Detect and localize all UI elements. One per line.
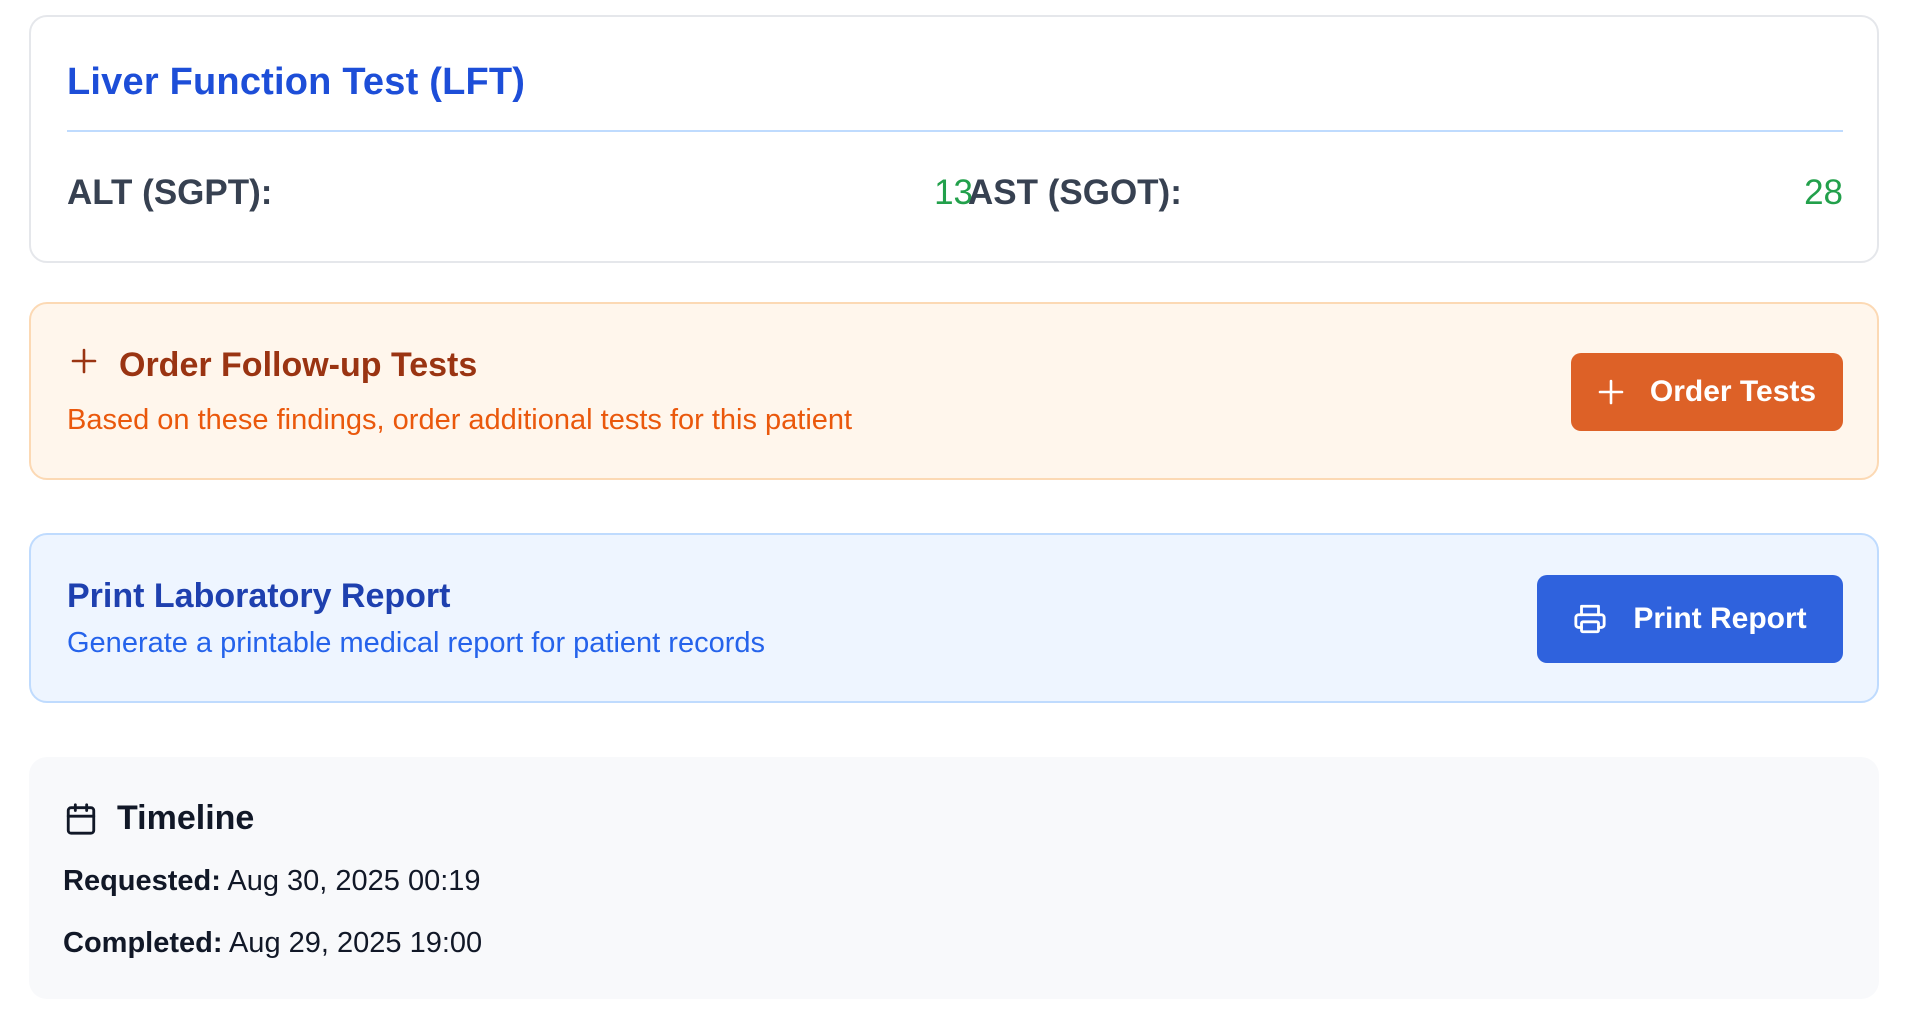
ast-label: AST (SGOT): [968, 173, 1182, 212]
timeline-card: Timeline Requested: Aug 30, 2025 00:19 C… [29, 757, 1879, 999]
requested-value: Aug 30, 2025 00:19 [227, 865, 481, 897]
timeline-title: Timeline [117, 799, 255, 837]
lft-card: Liver Function Test (LFT) ALT (SGPT): 13… [29, 15, 1879, 263]
print-card: Print Laboratory Report Generate a print… [29, 533, 1879, 703]
print-description: Generate a printable medical report for … [67, 627, 765, 659]
calendar-icon [66, 803, 96, 835]
timeline-completed: Completed: Aug 29, 2025 19:00 [63, 927, 482, 960]
printer-icon [1574, 604, 1606, 634]
ast-value: 28 [1804, 173, 1843, 212]
print-title: Print Laboratory Report [67, 577, 451, 615]
followup-description: Based on these findings, order additiona… [67, 404, 853, 436]
print-report-button[interactable]: Print Report [1537, 575, 1843, 663]
followup-title: Order Follow-up Tests [119, 346, 478, 384]
page: Liver Function Test (LFT) ALT (SGPT): 13… [0, 0, 1906, 1020]
lft-divider [67, 130, 1843, 132]
order-tests-label: Order Tests [1649, 375, 1817, 408]
followup-card: Order Follow-up Tests Based on these fin… [29, 302, 1879, 480]
requested-label: Requested: [63, 865, 221, 897]
alt-label: ALT (SGPT): [67, 173, 273, 212]
lft-title: Liver Function Test (LFT) [67, 61, 526, 103]
plus-icon [1598, 379, 1624, 405]
timeline-requested: Requested: Aug 30, 2025 00:19 [63, 865, 481, 898]
plus-icon [71, 348, 97, 374]
order-tests-button[interactable]: Order Tests [1571, 353, 1843, 431]
completed-value: Aug 29, 2025 19:00 [228, 927, 483, 959]
completed-label: Completed: [63, 927, 223, 959]
print-report-label: Print Report [1633, 602, 1807, 635]
